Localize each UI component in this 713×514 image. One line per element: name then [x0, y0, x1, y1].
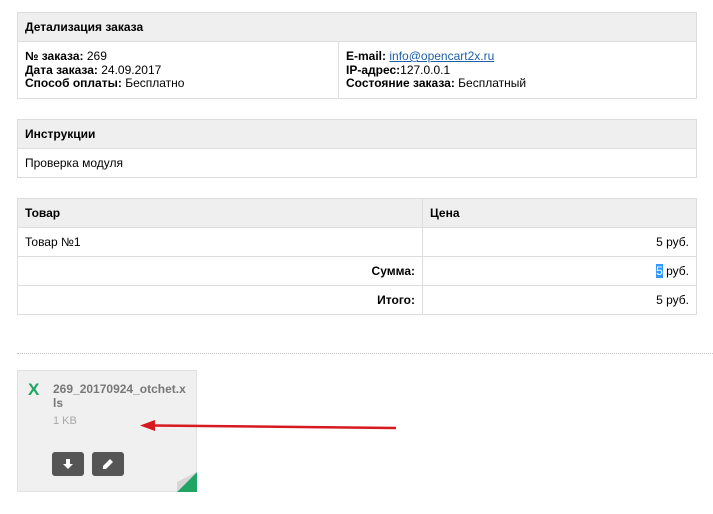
- subtotal-label: Сумма:: [17, 256, 423, 286]
- instructions-title: Инструкции: [17, 119, 697, 149]
- email-label: E-mail:: [346, 49, 387, 63]
- products-table: Товар Цена Товар №1 5 руб. Сумма: 5 руб.…: [17, 198, 697, 315]
- total-value: 5 руб.: [422, 285, 697, 315]
- order-number: 269: [86, 49, 107, 63]
- download-icon: [63, 459, 73, 469]
- order-date: 24.09.2017: [101, 62, 162, 77]
- subtotal-row: Сумма: 5 руб.: [17, 256, 697, 286]
- annotation-arrow: [140, 420, 396, 431]
- product-column-header: Товар: [17, 198, 423, 228]
- email-link[interactable]: info@opencart2x.ru: [389, 49, 494, 63]
- instructions-text: Проверка модуля: [17, 148, 697, 178]
- order-date-label: Дата заказа:: [25, 62, 98, 77]
- order-info-right: E-mail: info@opencart2x.ru IP-адрес:127.…: [338, 41, 697, 99]
- order-info-left: № заказа: 269 Дата заказа: 24.09.2017 Сп…: [17, 41, 339, 99]
- subtotal-value: 5: [656, 264, 663, 278]
- product-price: 5 руб.: [422, 227, 697, 257]
- order-number-label: № заказа:: [25, 49, 84, 63]
- edit-button[interactable]: [92, 452, 124, 476]
- order-details-table: Детализация заказа № заказа: 269 Дата за…: [17, 12, 697, 99]
- payment-method: Бесплатно: [125, 76, 185, 90]
- attachment-file-size: 1 KB: [53, 415, 77, 427]
- excel-icon: X: [28, 380, 40, 399]
- order-status: Бесплатный: [458, 76, 527, 90]
- attachment-file-name[interactable]: 269_20170924_otchet.xls: [53, 382, 188, 410]
- page-curl-corner: [177, 472, 197, 492]
- svg-text:X: X: [28, 380, 40, 399]
- table-row: Товар №1 5 руб.: [17, 227, 697, 257]
- download-button[interactable]: [52, 452, 84, 476]
- instructions-table: Инструкции Проверка модуля: [17, 119, 697, 178]
- order-status-label: Состояние заказа:: [346, 76, 455, 90]
- total-label: Итого:: [17, 285, 423, 315]
- subtotal-unit: руб.: [662, 264, 689, 278]
- total-row: Итого: 5 руб.: [17, 285, 697, 315]
- pencil-icon: [103, 459, 113, 469]
- ip-address: 127.0.0.1: [400, 62, 451, 77]
- payment-method-label: Способ оплаты:: [25, 76, 122, 90]
- section-divider: [17, 353, 713, 354]
- order-details-title: Детализация заказа: [17, 12, 697, 42]
- product-name: Товар №1: [17, 227, 423, 257]
- price-column-header: Цена: [422, 198, 697, 228]
- subtotal-cell: 5 руб.: [422, 256, 697, 286]
- ip-label: IP-адрес:: [346, 62, 401, 77]
